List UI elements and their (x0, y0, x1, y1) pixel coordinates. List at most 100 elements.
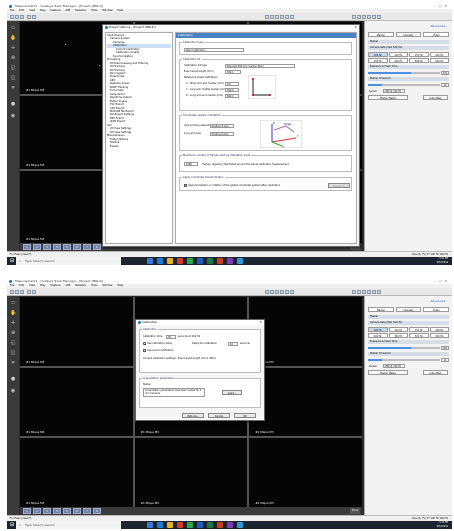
tab-marker[interactable]: Marker (368, 32, 394, 37)
cancel-button[interactable]: Cancel (208, 413, 230, 418)
sensor-select[interactable]: 2MP @ 340 Hz (383, 89, 405, 93)
tab-marker[interactable]: Marker (368, 307, 394, 312)
record-icon[interactable] (270, 15, 274, 19)
qtm-taskbar-icon[interactable] (237, 522, 243, 528)
camera-view[interactable]: #1 Miqus M3 (249, 297, 362, 366)
camera-thumb[interactable]: 5 (63, 244, 71, 250)
apply-transform-checkbox[interactable] (184, 184, 187, 187)
ok-button[interactable]: OK (234, 413, 256, 418)
camera-tool-icon[interactable]: ◉ (10, 113, 16, 119)
task-view-icon[interactable] (147, 522, 153, 528)
taskbar-search[interactable]: ⌕ Type here to search (16, 521, 121, 529)
ref-row-input[interactable]: 300.0 (225, 87, 239, 92)
menu-file[interactable]: File (10, 9, 14, 12)
view-2d-icon[interactable] (280, 15, 284, 19)
camera-view[interactable]: #1 Miqus M3 (134, 438, 248, 507)
rate-option[interactable]: 200 Hz (429, 52, 449, 57)
play-icon[interactable] (265, 15, 269, 19)
exposure-value[interactable]: 300 (441, 346, 449, 350)
tab-intensity[interactable]: Intensity (395, 32, 422, 37)
mask-tool-icon[interactable]: ◫ (10, 75, 16, 81)
use-delay-checkbox[interactable] (143, 342, 146, 345)
new-file-icon[interactable] (10, 15, 14, 19)
threshold-value[interactable]: 20 (441, 83, 449, 87)
menu-skeleton[interactable]: Skeleton (75, 284, 86, 287)
app-icon[interactable] (187, 258, 193, 264)
camera-thumb[interactable]: 6 (73, 244, 81, 250)
menu-tools[interactable]: Tools (91, 9, 97, 12)
camera-thumb[interactable]: 3 (43, 508, 51, 514)
marker-masks-button[interactable]: Marker Masks (368, 370, 408, 375)
advanced-link[interactable]: Advanced... (430, 299, 448, 303)
capture-icon[interactable] (27, 290, 31, 294)
windows-start-icon[interactable]: ⊞ (9, 258, 15, 264)
grid-icon[interactable] (357, 290, 361, 294)
sound-notification-checkbox[interactable] (143, 349, 146, 352)
view-2d-icon[interactable] (280, 290, 284, 294)
menu-play[interactable]: Play (40, 284, 45, 287)
select-tool-icon[interactable]: ▭ (10, 25, 16, 31)
edge-icon[interactable] (157, 258, 163, 264)
measure-tool-icon[interactable]: ◱ (10, 65, 16, 71)
qtm-taskbar-icon[interactable] (237, 258, 243, 264)
rate-option[interactable]: 100 Hz (368, 327, 388, 332)
word-icon[interactable] (197, 522, 203, 528)
rate-option[interactable]: 200 Hz (368, 333, 388, 338)
camera-thumb[interactable]: 1 (23, 508, 31, 514)
delay-input[interactable]: 10 (228, 341, 238, 346)
settings-icon[interactable] (290, 290, 294, 294)
camera-view[interactable]: #1 Miqus M3 (249, 438, 362, 507)
rate-option[interactable]: 300 Hz (388, 58, 408, 63)
menu-window[interactable]: Window (102, 9, 112, 12)
camera-tool-icon[interactable]: ◉ (10, 388, 16, 394)
camera-view[interactable]: #1 Miqus M3 (249, 367, 362, 437)
windows-start-icon[interactable]: ⊞ (9, 522, 15, 528)
move-tool-icon[interactable]: ✛ (10, 45, 16, 51)
layout-icon[interactable] (352, 290, 356, 294)
settings-icon[interactable] (290, 15, 294, 19)
excel-icon[interactable] (207, 522, 213, 528)
app-icon[interactable] (187, 522, 193, 528)
menu-help[interactable]: Help (117, 284, 123, 287)
menu-aim[interactable]: AIM (65, 284, 70, 287)
layout-icon[interactable] (352, 15, 356, 19)
camera-thumb[interactable]: 7 (83, 244, 91, 250)
save-icon[interactable] (20, 290, 24, 294)
file-explorer-icon[interactable] (167, 522, 173, 528)
capture-icon[interactable] (27, 15, 31, 19)
load-button[interactable]: Load... (222, 390, 242, 395)
rate-option[interactable]: 200 Hz (368, 58, 388, 63)
menu-edit[interactable]: Edit (19, 284, 24, 287)
zoom-tool-icon[interactable]: ⊕ (10, 330, 16, 336)
tab-intensity[interactable]: Intensity (395, 307, 422, 312)
calibrate-icon[interactable] (275, 290, 279, 294)
menu-skeleton[interactable]: Skeleton (75, 9, 86, 12)
wand-type-select[interactable]: Wand kit 300 mm (carbon fiber) (225, 63, 295, 68)
camera-thumb[interactable]: 8 (93, 244, 101, 250)
stop-icon[interactable] (32, 290, 36, 294)
rate-option[interactable]: 120 Hz (388, 327, 408, 332)
threshold-slider[interactable] (368, 359, 440, 361)
camera-thumb[interactable]: 2 (33, 508, 41, 514)
options-button[interactable]: Options... (182, 413, 204, 418)
file-explorer-icon[interactable] (167, 258, 173, 264)
camera-thumb[interactable]: 2 (33, 244, 41, 250)
edge-icon[interactable] (157, 522, 163, 528)
rate-option[interactable]: 150 Hz (409, 52, 429, 57)
crop-tool-icon[interactable]: ⌗ (10, 360, 16, 366)
crop-tool-icon[interactable]: ⌗ (10, 85, 16, 91)
menu-file[interactable]: File (10, 284, 14, 287)
rate-option[interactable]: 540 Hz (429, 58, 449, 63)
menu-tools[interactable]: Tools (91, 284, 97, 287)
threshold-value[interactable]: 20 (441, 358, 449, 362)
rate-option[interactable]: 500 Hz (409, 58, 429, 63)
taskbar-search[interactable]: ⌕ Type here to search (16, 257, 121, 265)
menu-aim[interactable]: AIM (65, 9, 70, 12)
pan-icon[interactable] (367, 15, 371, 19)
camera-thumb[interactable]: 4 (53, 508, 61, 514)
menu-play[interactable]: Play (40, 9, 45, 12)
auto-mask-button[interactable]: Auto Mask (423, 370, 448, 375)
hand-tool-icon[interactable]: ✋ (10, 310, 16, 316)
calibration-time-input[interactable]: 30 (166, 334, 176, 339)
rotate-icon[interactable] (372, 15, 376, 19)
